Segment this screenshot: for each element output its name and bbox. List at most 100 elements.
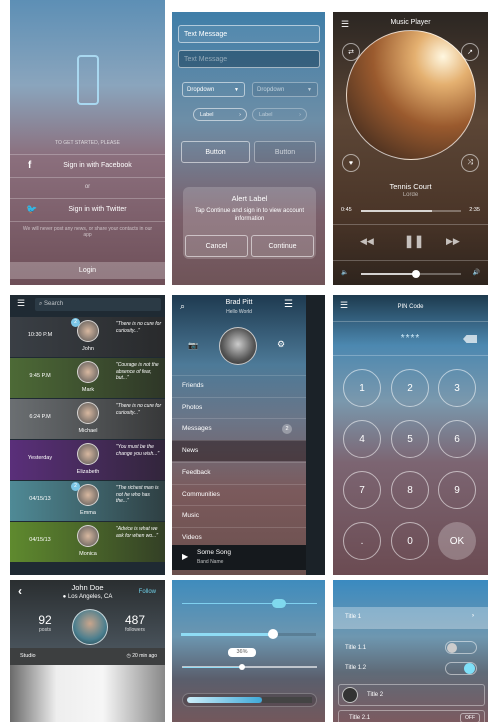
volume-slider[interactable] bbox=[361, 270, 461, 278]
feed-row[interactable]: 6:24 P.M Michael "There is no cure for c… bbox=[10, 399, 165, 439]
label-chip-disabled[interactable]: Label › bbox=[252, 108, 307, 121]
feed-screen: ☰ ⌕ Search 10:30 P.M 2 John "There is no… bbox=[10, 295, 165, 575]
slider-filled[interactable] bbox=[181, 629, 316, 639]
song-title: Tennis Court bbox=[389, 182, 432, 191]
avatar bbox=[77, 443, 99, 465]
menu-item-news[interactable]: News bbox=[172, 440, 306, 462]
off-button[interactable]: OFF bbox=[460, 713, 480, 722]
chevron-right-icon: › bbox=[472, 613, 474, 619]
key-7[interactable]: 7 bbox=[343, 471, 381, 509]
key-1[interactable]: 1 bbox=[343, 369, 381, 407]
camera-icon[interactable]: 📷 bbox=[188, 341, 198, 350]
feed-row[interactable]: 9:45 P.M Mark "Courage is not the absenc… bbox=[10, 358, 165, 398]
count-badge: 2 bbox=[282, 424, 292, 435]
dropdown-disabled[interactable]: Dropdown ▼ bbox=[252, 82, 318, 97]
share-icon[interactable]: ↗ bbox=[461, 43, 479, 61]
volume-knob[interactable] bbox=[412, 270, 420, 278]
slider-thin[interactable] bbox=[182, 599, 317, 608]
search-input[interactable]: ⌕ Search bbox=[35, 298, 161, 311]
chevron-right-icon: › bbox=[299, 111, 301, 118]
menu-icon[interactable]: ☰ bbox=[17, 298, 25, 309]
slider-knob[interactable] bbox=[272, 599, 287, 608]
menu-item-communities[interactable]: Communities bbox=[172, 483, 306, 505]
menu-item-messages[interactable]: Messages 2 bbox=[172, 418, 306, 439]
menu-item-photos[interactable]: Photos bbox=[172, 396, 306, 418]
button[interactable]: Button bbox=[181, 141, 250, 163]
dropdown[interactable]: Dropdown ▼ bbox=[182, 82, 245, 97]
progress-fill bbox=[361, 210, 432, 212]
key-8[interactable]: 8 bbox=[391, 471, 429, 509]
slider-track-inset[interactable] bbox=[182, 693, 317, 707]
text-field-placeholder[interactable]: Text Message bbox=[178, 50, 320, 68]
slider-percent[interactable] bbox=[182, 664, 317, 670]
chevron-down-icon: ▼ bbox=[234, 86, 239, 93]
key-6[interactable]: 6 bbox=[438, 420, 476, 458]
list-item-title-1[interactable]: Title 1 › bbox=[333, 607, 488, 629]
toggle-title-1-2[interactable] bbox=[445, 662, 477, 675]
profile-screen: ‹ John Doe ● Los Angeles, CA Follow 92 p… bbox=[10, 580, 165, 722]
text-field[interactable]: Text Message bbox=[178, 25, 320, 43]
key-0[interactable]: 0 bbox=[391, 522, 429, 560]
music-player-screen: ☰ Music Player ⇄ ↗ ♥ ⤨ Tennis Court Lord… bbox=[333, 12, 488, 285]
menu-item-music[interactable]: Music bbox=[172, 505, 306, 526]
slider-value-tooltip: 36% bbox=[228, 648, 256, 657]
login-button[interactable]: Login bbox=[10, 262, 165, 279]
chevron-down-icon: ▼ bbox=[307, 86, 312, 93]
player-title: Music Player bbox=[390, 19, 431, 26]
unread-badge: 2 bbox=[71, 482, 80, 491]
feed-row[interactable]: 04/15/13 2 Emma "The richest man is not … bbox=[10, 481, 165, 521]
side-menu-screen: ⌕ Brad Pitt Hello World ☰ 📷 ⚙ Friends Ph… bbox=[172, 295, 325, 575]
smartphone-icon bbox=[77, 55, 99, 105]
menu-icon[interactable]: ☰ bbox=[284, 299, 293, 310]
volume-low-icon: 🔈 bbox=[341, 270, 349, 276]
key-dot[interactable]: . bbox=[343, 522, 381, 560]
pin-screen: ☰ PIN Code **** 1 2 3 4 5 6 7 8 9. 0 OK bbox=[333, 295, 488, 575]
slider-knob[interactable] bbox=[267, 629, 278, 639]
intro-text: TO GET STARTED, PLEASE bbox=[55, 140, 120, 146]
key-3[interactable]: 3 bbox=[438, 369, 476, 407]
continue-button[interactable]: Continue bbox=[251, 235, 314, 257]
avatar bbox=[342, 687, 358, 703]
gear-icon[interactable]: ⚙ bbox=[277, 339, 285, 350]
avatar bbox=[72, 609, 108, 645]
menu-item-friends[interactable]: Friends bbox=[172, 375, 306, 396]
key-4[interactable]: 4 bbox=[343, 420, 381, 458]
shuffle-icon[interactable]: ⤨ bbox=[461, 154, 479, 172]
label-chip[interactable]: Label › bbox=[193, 108, 247, 121]
feed-row[interactable]: Yesterday Elizabeth "You must be the cha… bbox=[10, 440, 165, 480]
key-2[interactable]: 2 bbox=[391, 369, 429, 407]
play-icon[interactable]: ▶ bbox=[182, 552, 188, 561]
album-art bbox=[346, 30, 476, 160]
avatar bbox=[77, 320, 99, 342]
progress-slider[interactable] bbox=[361, 210, 461, 212]
avatar bbox=[77, 484, 99, 506]
avatar bbox=[77, 525, 99, 547]
facebook-signin-button[interactable]: f Sign in with Facebook bbox=[10, 155, 165, 177]
cancel-button[interactable]: Cancel bbox=[185, 235, 248, 257]
key-ok[interactable]: OK bbox=[438, 522, 476, 560]
list-item-title-2[interactable]: Title 2 bbox=[338, 684, 485, 706]
post-photo[interactable] bbox=[10, 665, 165, 722]
unread-badge: 2 bbox=[71, 318, 80, 327]
rewind-button[interactable]: ◀◀ bbox=[360, 236, 374, 247]
slider-knob[interactable] bbox=[239, 664, 246, 670]
toggle-title-1-1[interactable] bbox=[445, 641, 477, 654]
feed-row[interactable]: 10:30 P.M 2 John "There is no cure for c… bbox=[10, 317, 165, 357]
key-9[interactable]: 9 bbox=[438, 471, 476, 509]
artist-name: Lorde bbox=[402, 192, 419, 198]
follow-button[interactable]: Follow bbox=[139, 589, 156, 595]
key-5[interactable]: 5 bbox=[391, 420, 429, 458]
forward-button[interactable]: ▶▶ bbox=[446, 236, 460, 247]
list-item-title-2-1[interactable]: Title 2.1 OFF bbox=[338, 710, 485, 722]
sliders-screen: 36% bbox=[172, 580, 325, 722]
heart-icon[interactable]: ♥ bbox=[342, 154, 360, 172]
now-playing-bar[interactable]: ▶ Some Song Band Name bbox=[172, 545, 306, 570]
twitter-signin-button[interactable]: 🐦 Sign in with Twitter bbox=[10, 199, 165, 221]
menu-item-feedback[interactable]: Feedback bbox=[172, 461, 306, 483]
pause-button[interactable]: ❚❚ bbox=[404, 234, 424, 248]
chevron-right-icon: › bbox=[239, 111, 241, 118]
button-disabled[interactable]: Button bbox=[254, 141, 316, 163]
avatar bbox=[77, 361, 99, 383]
repeat-icon[interactable]: ⇄ bbox=[342, 43, 360, 61]
feed-row[interactable]: 04/15/13 Monica "Advice is what we ask f… bbox=[10, 522, 165, 562]
